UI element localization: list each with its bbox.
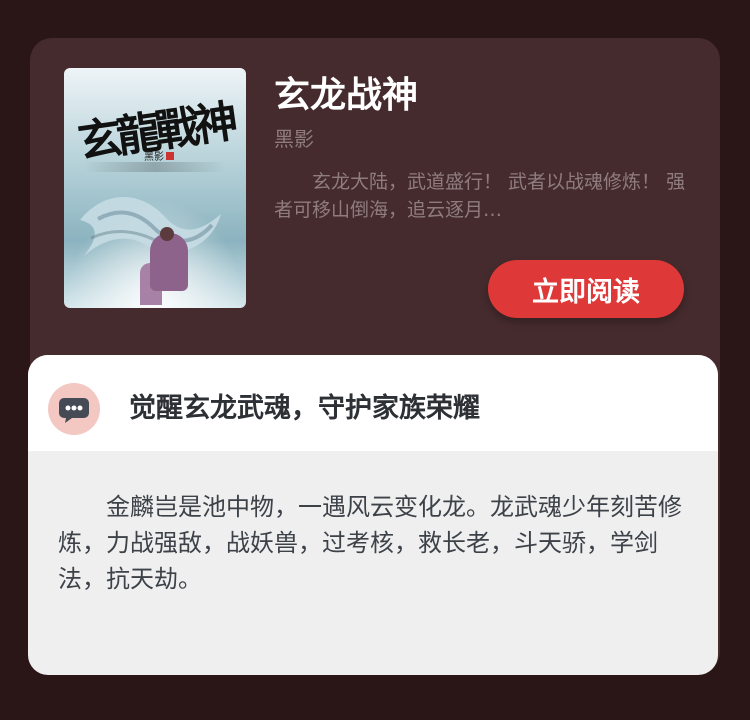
read-now-button[interactable]: 立即阅读 — [488, 260, 684, 318]
book-title[interactable]: 玄龙战神 — [274, 66, 418, 118]
intro-header: 觉醒玄龙武魂，守护家族荣耀 — [28, 355, 718, 451]
cover-seal-icon — [166, 152, 174, 160]
book-intro-card: 觉醒玄龙武魂，守护家族荣耀 金麟岂是池中物，一遇风云变化龙。龙武魂少年刻苦修炼，… — [28, 355, 718, 675]
book-author[interactable]: 黑影 — [274, 123, 314, 152]
cover-figure-head — [160, 227, 174, 241]
intro-headline: 觉醒玄龙武魂，守护家族荣耀 — [129, 393, 480, 424]
book-summary: 玄龙大陆，武道盛行！ 武者以战魂修炼！ 强者可移山倒海，追云逐月… — [274, 171, 686, 221]
cover-caption-line — [84, 162, 226, 172]
chat-bubble-dots-svg — [59, 398, 89, 423]
cover-author: 黑影 — [144, 148, 174, 163]
book-cover-image[interactable]: 玄龍戰神 黑影 — [64, 68, 246, 308]
intro-body-text: 金麟岂是池中物，一遇风云变化龙。龙武魂少年刻苦修炼，力战强敌，战妖兽，过考核，救… — [58, 493, 682, 593]
chat-bubble-dots-icon — [48, 383, 100, 435]
cover-figure — [150, 233, 188, 291]
